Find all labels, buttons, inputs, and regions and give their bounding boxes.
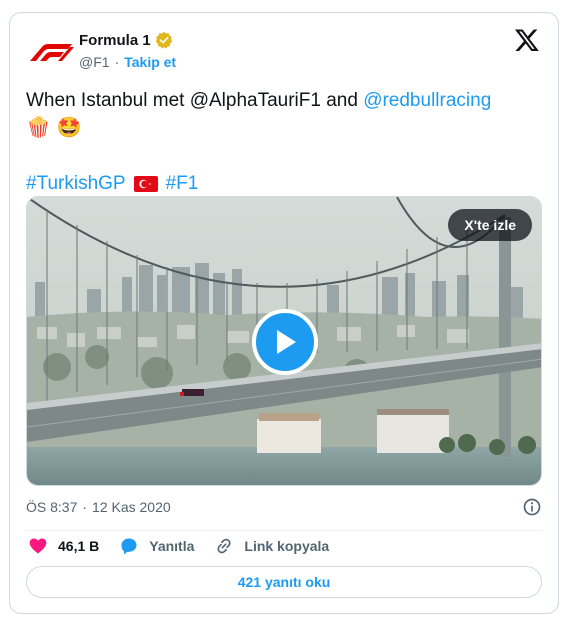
video-media[interactable]: X'te izle [26,196,542,486]
verified-badge-icon [155,31,172,49]
hashtag-f1[interactable]: #F1 [166,171,199,196]
tweet-text-body: When Istanbul met @AlphaTauriF1 and [26,90,364,111]
author-sub-row: @F1 · Takip et [79,54,176,70]
watch-on-x-button[interactable]: X'te izle [448,209,532,241]
follow-button[interactable]: Takip et [124,54,176,70]
separator-dot: · [114,54,120,70]
mention-link[interactable]: @redbullracing [363,90,491,111]
copy-link-label: Link kopyala [244,538,330,554]
copy-link-action[interactable]: Link kopyala [214,536,329,556]
link-icon [217,538,231,554]
reply-bubble-icon [121,538,137,555]
play-icon [277,330,296,354]
tweet-date[interactable]: 12 Kas 2020 [92,499,171,515]
turkey-flag-icon [133,175,158,192]
like-count: 46,1 B [58,538,100,554]
read-replies-button[interactable]: 421 yanıtı oku [26,566,542,598]
like-action[interactable]: 46,1 B [28,536,99,556]
tweet-card: Formula 1 @F1 · Takip et When Istanbul m… [9,12,559,614]
divider [26,530,542,531]
tweet-text: When Istanbul met @AlphaTauriF1 and @red… [26,88,546,141]
emoji-line: 🍿 🤩 [26,117,82,139]
action-bar: 46,1 B Yanıtla Link kopyala [28,535,329,557]
tweet-header: Formula 1 @F1 · Takip et [26,27,542,77]
reply-action[interactable]: Yanıtla [119,536,194,556]
author-name-row: Formula 1 [79,31,173,49]
author-name[interactable]: Formula 1 [79,32,151,49]
info-icon[interactable] [522,497,542,517]
tweet-time[interactable]: ÖS 8:37 [26,499,77,515]
hashtag-turkishgp[interactable]: #TurkishGP [26,171,126,196]
reply-label: Yanıtla [149,538,195,554]
x-logo-icon[interactable] [514,27,540,53]
hashtag-line: #TurkishGP #F1 [26,171,198,196]
heart-icon [29,538,47,554]
meta-separator: · [82,499,88,515]
author-handle[interactable]: @F1 [79,54,110,70]
f1-logo[interactable] [28,41,74,63]
play-button[interactable] [252,309,318,375]
tweet-meta: ÖS 8:37 · 12 Kas 2020 [26,497,542,517]
